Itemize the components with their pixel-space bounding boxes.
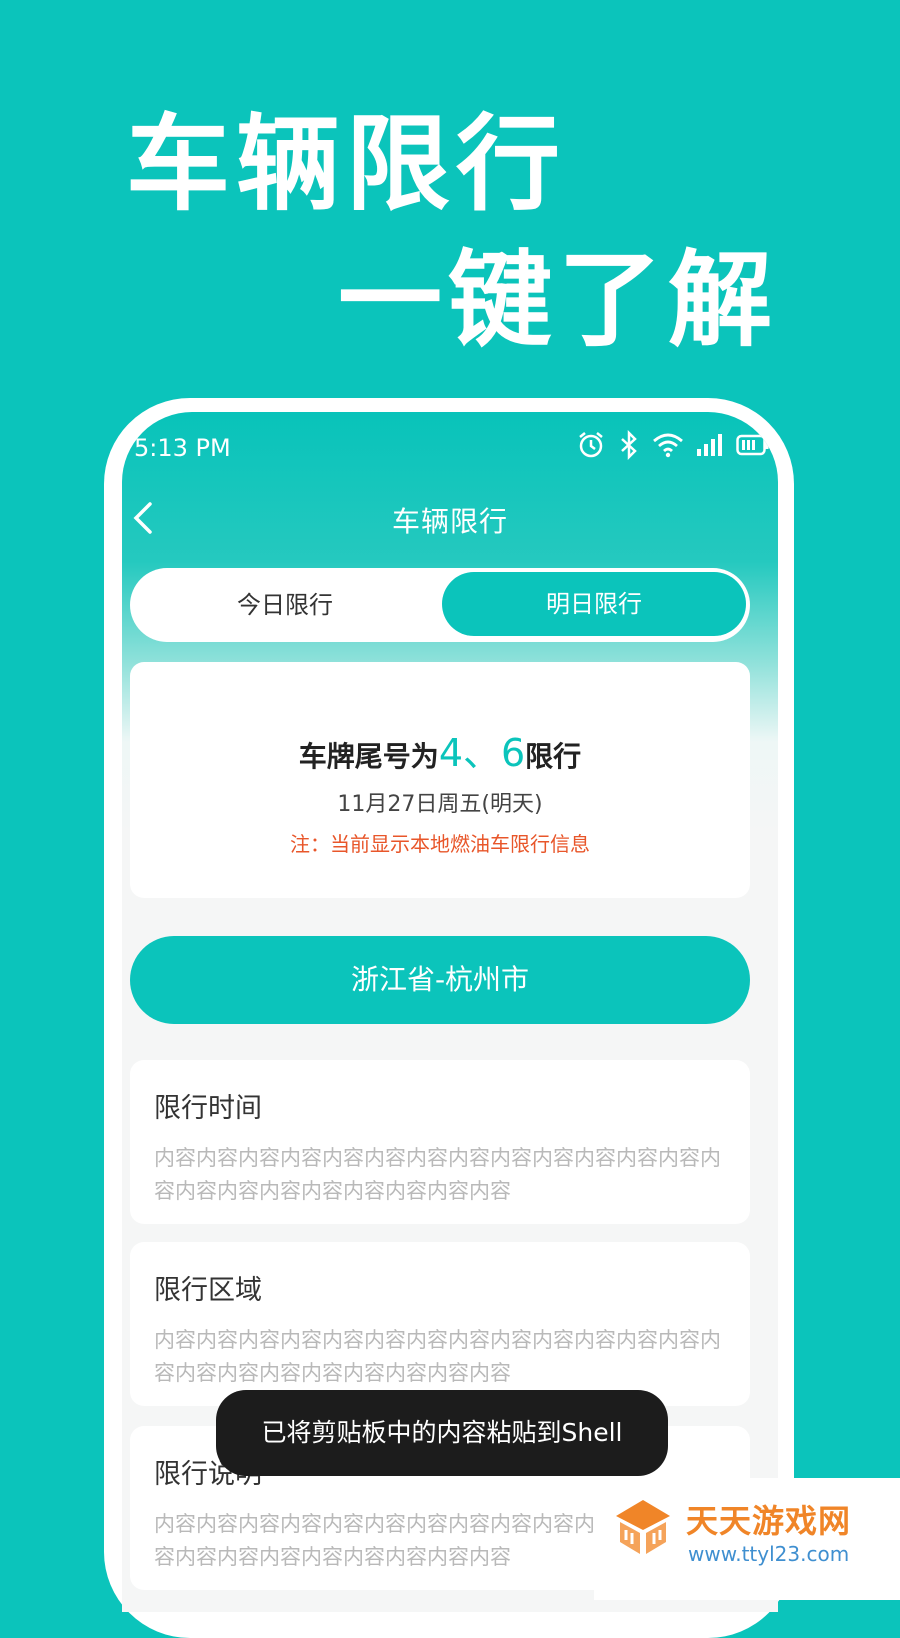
alarm-icon xyxy=(576,430,606,460)
tab-today[interactable]: 今日限行 xyxy=(130,568,440,642)
toast-message: 已将剪贴板中的内容粘贴到Shell xyxy=(216,1390,668,1476)
restriction-card: 车牌尾号为4、6限行 11月27日周五(明天) 注：当前显示本地燃油车限行信息 xyxy=(130,662,750,898)
section-title: 限行区域 xyxy=(154,1275,262,1306)
promo-headline-line1: 车辆限行 xyxy=(126,103,567,225)
restriction-note: 注：当前显示本地燃油车限行信息 xyxy=(290,832,590,856)
bluetooth-icon xyxy=(618,430,640,460)
status-time: 5:13 PM xyxy=(134,434,231,462)
watermark: 天天游戏网 www.ttyl23.com xyxy=(594,1478,900,1600)
day-tabs: 今日限行 明日限行 xyxy=(130,568,750,642)
section-title: 限行时间 xyxy=(154,1093,262,1124)
plate-numbers: 4、6 xyxy=(438,731,526,775)
city-select-button[interactable]: 浙江省-杭州市 xyxy=(130,936,750,1024)
watermark-logo-icon xyxy=(616,1500,670,1554)
section-card-time: 限行时间 内容内容内容内容内容内容内容内容内容内容内容内容内容内容内容内容内容内… xyxy=(130,1060,750,1224)
wifi-icon xyxy=(652,432,684,458)
nav-bar: 车辆限行 xyxy=(122,490,778,546)
watermark-title: 天天游戏网 xyxy=(686,1502,852,1540)
plate-prefix: 车牌尾号为 xyxy=(298,740,439,773)
watermark-url: www.ttyl23.com xyxy=(688,1542,850,1566)
promo-headline-line2: 一键了解 xyxy=(338,239,779,361)
signal-icon xyxy=(696,433,724,457)
status-icons xyxy=(576,430,770,460)
section-card-area: 限行区域 内容内容内容内容内容内容内容内容内容内容内容内容内容内容内容内容内容内… xyxy=(130,1242,750,1406)
battery-icon xyxy=(736,434,770,456)
restriction-date: 11月27日周五(明天) xyxy=(337,792,543,817)
status-bar: 5:13 PM xyxy=(122,412,778,476)
section-content: 内容内容内容内容内容内容内容内容内容内容内容内容内容内容内容内容内容内容内容内容… xyxy=(154,1146,721,1203)
page-title: 车辆限行 xyxy=(391,505,508,538)
plate-restriction-line: 车牌尾号为4、6限行 xyxy=(130,722,750,777)
tab-tomorrow[interactable]: 明日限行 xyxy=(442,572,746,636)
section-content: 内容内容内容内容内容内容内容内容内容内容内容内容内容内容内容内容内容内容内容内容… xyxy=(154,1328,721,1385)
plate-suffix: 限行 xyxy=(525,740,582,773)
